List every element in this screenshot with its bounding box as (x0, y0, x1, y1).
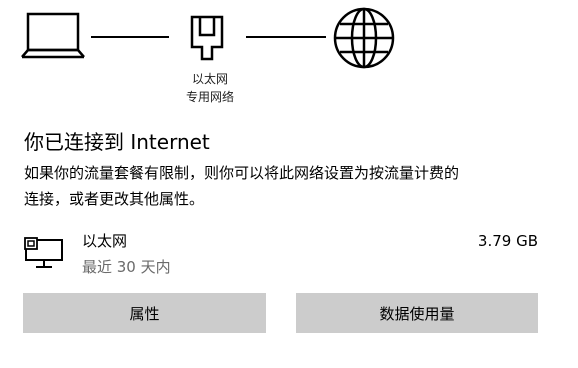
properties-button[interactable]: 属性 (23, 293, 266, 333)
description-line-1: 如果你的流量套餐有限制，则你可以将此网络设置为按流量计费的 (24, 164, 460, 182)
network-name: 以太网 (191, 72, 228, 86)
usage-period: 最近 30 天内 (82, 258, 171, 276)
ethernet-monitor-icon (24, 236, 66, 274)
data-usage-amount: 3.79 GB (477, 232, 538, 250)
link-line-right (246, 36, 326, 38)
adapter-name: 以太网 (82, 232, 128, 250)
ethernet-port-icon (188, 13, 226, 63)
network-type: 专用网络 (185, 90, 234, 104)
globe-icon (332, 6, 396, 70)
connection-status-description: 如果你的流量套餐有限制，则你可以将此网络设置为按流量计费的 连接，或者更改其他属… (24, 160, 554, 212)
laptop-icon (20, 10, 86, 62)
connection-status-title: 你已连接到 Internet (24, 130, 210, 154)
network-caption: 以太网 专用网络 (164, 70, 256, 106)
data-usage-button[interactable]: 数据使用量 (296, 293, 538, 333)
description-line-2: 连接，或者更改其他属性。 (24, 190, 205, 208)
link-line-left (91, 36, 169, 38)
